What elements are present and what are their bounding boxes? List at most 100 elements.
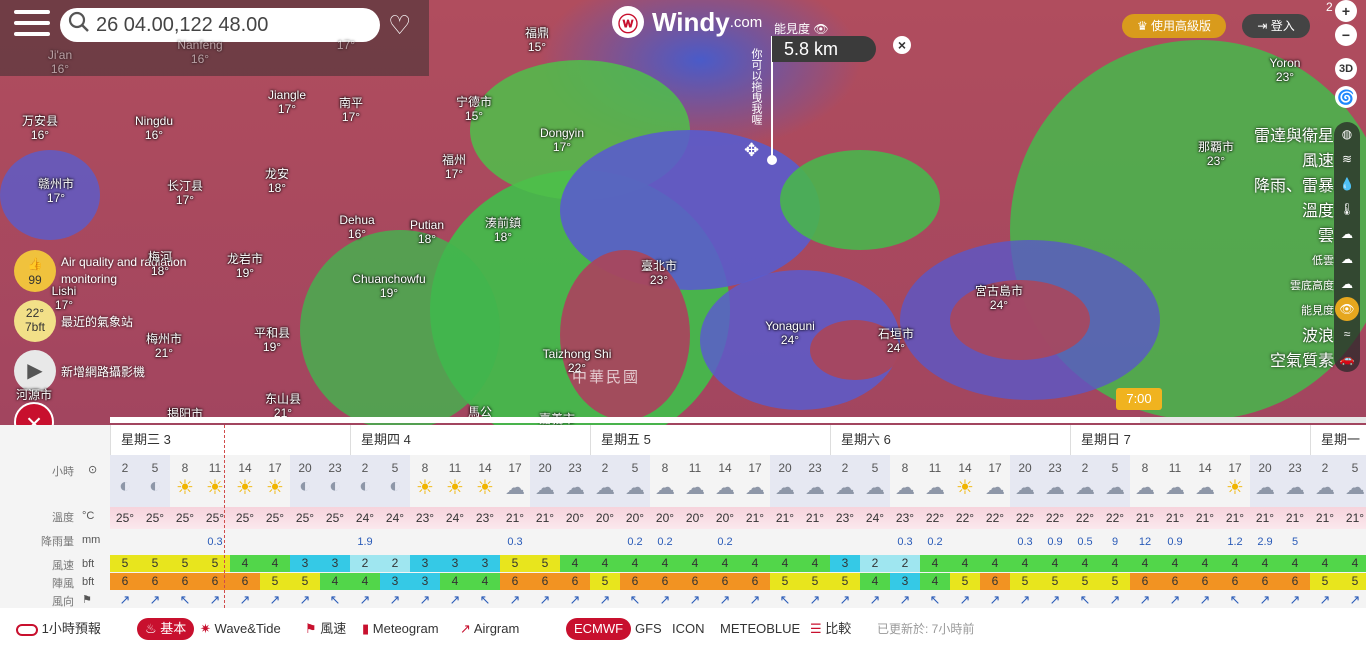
login-button[interactable]: ⇥ 登入 [1242,14,1310,38]
city-label[interactable]: 万安县 16° [22,114,58,142]
zoom-in-button[interactable]: + [1335,0,1357,22]
webcam-icon[interactable]: ▶ [14,350,56,392]
city-label[interactable]: Putian 18° [410,218,444,246]
city-label[interactable]: 南平 17° [339,96,363,124]
basic-tab[interactable]: ♨ 基本 [137,618,195,640]
city-label[interactable]: 17° [337,38,355,52]
premium-button[interactable]: ♛ 使用高級版 [1122,14,1226,38]
city-label[interactable]: Chuanchowfu 19° [352,272,425,300]
city-label[interactable]: 臺北市 23° [641,259,677,287]
hurricane-icon[interactable]: 🌀 [1335,86,1357,108]
wind-cell: 4 [560,555,590,572]
favorite-heart-icon[interactable]: ♡ [388,10,411,41]
wind-direction-icon: ↗ [659,592,671,607]
city-label[interactable]: 长汀县 17° [167,179,203,207]
city-label[interactable]: 那覇市 23° [1198,140,1234,168]
city-label[interactable]: 龙安 18° [265,167,289,195]
temp-cell: 24° [860,507,890,529]
air-quality-label[interactable]: Air quality and radiation monitoring [61,254,201,288]
airgram-tab[interactable]: ↗ Airgram [460,618,519,640]
city-label[interactable]: Dongyin 17° [540,126,584,154]
air-quality-button[interactable]: 👍 99 [14,250,56,292]
move-icon[interactable]: ✥ [744,140,759,161]
search-input[interactable] [96,13,366,37]
wind-cell: 5 [500,555,530,572]
layer-waves[interactable]: 波浪 [1254,324,1334,349]
compare-button[interactable]: ☰ 比較 [810,618,851,640]
city-label[interactable]: 宁德市 15° [456,95,492,123]
city-label[interactable]: 湊前鎮 18° [485,216,521,244]
model-ecmwf[interactable]: ECMWF [566,618,632,640]
add-webcam-label[interactable]: 新增網路攝影機 [61,363,145,380]
city-label[interactable]: 东山县 21° [265,392,301,420]
layer-visibility[interactable]: 能見度 [1254,299,1334,324]
model-gfs[interactable]: GFS [635,618,662,640]
3d-button[interactable]: 3D [1335,58,1357,80]
wind-cell: 5 [110,555,140,572]
city-label[interactable]: 梅河 18° [148,250,172,278]
city-label[interactable]: 平和县 19° [254,326,290,354]
layer-wind[interactable]: 風速 [1254,149,1334,174]
layer-temp[interactable]: 溫度 [1254,199,1334,224]
city-label[interactable]: 梅州市 21° [146,332,182,360]
layer-radar[interactable]: 雷達與衛星 [1254,124,1334,149]
city-label[interactable]: Ningdu 16° [135,114,173,142]
layer-lowcloud[interactable]: 低雲 [1254,249,1334,274]
wave-tide-tab[interactable]: ✷ Wave&Tide [200,618,281,640]
model-meteoblue[interactable]: METEOBLUE [720,618,800,640]
city-label[interactable]: 石垣市 24° [878,327,914,355]
close-picker-button[interactable]: × [893,36,911,54]
city-label[interactable]: 赣州市 17° [38,177,74,205]
gust-cell: 5 [1310,573,1340,590]
city-label[interactable]: Lishi 17° [52,284,77,312]
zoom-out-button[interactable]: − [1335,24,1357,46]
weather-station-label[interactable]: 最近的氣象站 [61,313,133,330]
picker-handle[interactable] [767,155,777,165]
wind-cell: 4 [740,555,770,572]
close-forecast-button[interactable]: × [14,402,54,425]
layer-cloud[interactable]: 雲 [1254,224,1334,249]
layer-rain[interactable]: 降雨、雷暴 [1254,174,1334,199]
city-label[interactable]: Jiangle 17° [268,88,306,116]
weather-icon: ☀ [956,477,974,499]
low-cloud-icon[interactable]: ☁ [1334,247,1360,272]
model-icon[interactable]: ICON [672,618,705,640]
hourly-toggle[interactable]: 1小時預報 [16,618,101,640]
layer-air[interactable]: 空氣質素 [1254,349,1334,374]
wind-icon[interactable]: ≋ [1334,147,1360,172]
city-label[interactable]: Dehua 16° [339,213,374,241]
search-box[interactable] [60,8,380,42]
city-label[interactable]: Nanfeng 16° [177,38,222,66]
wave-icon[interactable]: ≈ [1334,322,1360,347]
city-label[interactable]: 福州 17° [442,153,466,181]
globe-icon[interactable]: ◍ [1334,122,1360,147]
weather-map[interactable]: ♡ ⓦ Windy.com 能見度 👁 5.8 km 你可以拖曳我喔 ✥ × ♛… [0,0,1366,425]
weather-station-button[interactable]: 22° 7bft [14,300,56,342]
wind-tab[interactable]: ⚑ 風速 [305,618,346,640]
layer-cloudbase[interactable]: 雲底高度 [1254,274,1334,299]
city-label[interactable]: Yoron 23° [1270,56,1301,84]
rain-icon[interactable]: 💧 [1334,172,1360,197]
wind-direction-icon: ↗ [299,592,311,607]
windy-logo[interactable]: ⓦ Windy .com [612,6,762,38]
city-label[interactable]: 河源市 [16,388,52,402]
temp-cell: 22° [980,507,1010,529]
day-header: 星期三 3 星期四 4 星期五 5 星期六 6 星期日 7 星期一 [110,425,1366,455]
precip-cell: 0.2 [927,536,943,548]
cloud-icon[interactable]: ☁ [1334,222,1360,247]
menu-icon[interactable] [14,10,50,40]
city-label[interactable]: Yonaguni 24° [765,319,815,347]
eye-icon[interactable]: 👁 [1334,297,1360,322]
timeline-time-badge[interactable]: 7:00 [1116,388,1162,410]
meteogram-tab[interactable]: ▮ Meteogram [362,618,439,640]
city-label[interactable]: 龙岩市 19° [227,252,263,280]
timeline-slider[interactable] [110,417,1366,423]
city-label[interactable]: 福鼎 15° [525,26,549,54]
cloud-base-icon[interactable]: ☁ [1334,272,1360,297]
flag-icon: ⚑ [82,594,92,606]
thermometer-icon[interactable]: 🌡 [1334,197,1360,222]
car-icon[interactable]: 🚗 [1334,347,1360,372]
city-label[interactable]: 宮古島市 24° [975,284,1023,312]
city-label[interactable]: Ji'an 16° [48,48,72,76]
layer-icons: ◍ ≋ 💧 🌡 ☁ ☁ ☁ 👁 ≈ 🚗 [1334,122,1360,372]
